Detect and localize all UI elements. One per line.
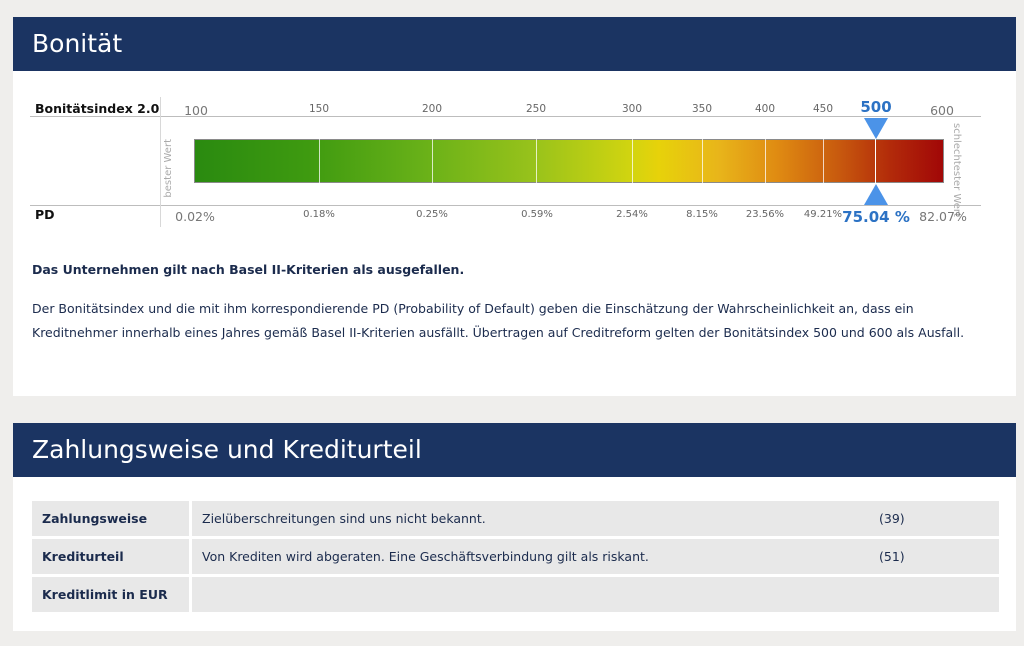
row-value bbox=[192, 577, 869, 612]
segment-divider bbox=[432, 139, 433, 183]
index-tick-300: 300 bbox=[621, 103, 643, 115]
row-key: Kreditlimit in EUR bbox=[32, 577, 192, 612]
current-index-value: 500 bbox=[860, 98, 892, 116]
table-row: Kreditlimit in EUR bbox=[32, 577, 999, 612]
index-tick-250: 250 bbox=[525, 103, 547, 115]
pd-tick-6: 8.15% bbox=[686, 209, 718, 220]
bonitaet-scale-bar bbox=[194, 139, 944, 183]
pd-tick-2: 0.18% bbox=[303, 209, 335, 220]
index-marker-arrow-down-icon bbox=[864, 118, 888, 139]
marker-line bbox=[875, 139, 876, 183]
pd-tick-1: 0.02% bbox=[175, 209, 215, 224]
segment-divider bbox=[319, 139, 320, 183]
zahlung-table: Zahlungsweise Zielüberschreitungen sind … bbox=[32, 498, 999, 615]
row-value: Zielüberschreitungen sind uns nicht beka… bbox=[192, 501, 869, 536]
bonitaet-description: Der Bonitätsindex und die mit ihm korres… bbox=[32, 301, 965, 340]
pd-tick-3: 0.25% bbox=[416, 209, 448, 220]
segment-divider bbox=[536, 139, 537, 183]
segment-divider bbox=[823, 139, 824, 183]
scale-bottom-divider bbox=[30, 205, 981, 206]
bonitaet-panel: Bonität Bonitätsindex 2.0 PD 100 150 200… bbox=[13, 17, 1016, 396]
worst-value-note: schlechtester Wert bbox=[951, 123, 962, 217]
pd-tick-4: 0.59% bbox=[521, 209, 553, 220]
pd-tick-7: 23.56% bbox=[745, 209, 785, 220]
best-value-note: bester Wert bbox=[163, 139, 174, 198]
row-score bbox=[869, 577, 999, 612]
bonitaet-title: Bonität bbox=[13, 17, 1016, 71]
pd-label: PD bbox=[35, 207, 55, 222]
pd-tick-5: 2.54% bbox=[616, 209, 648, 220]
gradient-bar bbox=[194, 139, 944, 183]
pd-marker-arrow-up-icon bbox=[864, 184, 888, 205]
segment-divider bbox=[765, 139, 766, 183]
table-row: Krediturteil Von Krediten wird abgeraten… bbox=[32, 539, 999, 574]
zahlung-title: Zahlungsweise und Krediturteil bbox=[13, 423, 1016, 477]
index-tick-200: 200 bbox=[421, 103, 443, 115]
segment-divider bbox=[632, 139, 633, 183]
current-pd-value: 75.04 % bbox=[842, 208, 910, 226]
pd-tick-10: 82.07% bbox=[919, 209, 967, 224]
index-tick-350: 350 bbox=[691, 103, 713, 115]
zahlung-panel: Zahlungsweise und Krediturteil Zahlungsw… bbox=[13, 423, 1016, 631]
index-tick-450: 450 bbox=[812, 103, 834, 115]
scale-top-divider bbox=[30, 116, 981, 117]
index-tick-100: 100 bbox=[184, 103, 208, 118]
default-verdict: Das Unternehmen gilt nach Basel II-Krite… bbox=[32, 262, 465, 277]
table-row: Zahlungsweise Zielüberschreitungen sind … bbox=[32, 501, 999, 536]
row-score: (51) bbox=[869, 539, 999, 574]
row-score: (39) bbox=[869, 501, 999, 536]
pd-tick-8: 49.21% bbox=[803, 209, 843, 220]
row-key: Zahlungsweise bbox=[32, 501, 192, 536]
index-tick-400: 400 bbox=[754, 103, 776, 115]
row-key: Krediturteil bbox=[32, 539, 192, 574]
bonitaetsindex-label: Bonitätsindex 2.0 bbox=[35, 101, 160, 116]
row-value: Von Krediten wird abgeraten. Eine Geschä… bbox=[192, 539, 869, 574]
index-tick-150: 150 bbox=[308, 103, 330, 115]
segment-divider bbox=[702, 139, 703, 183]
index-tick-600: 600 bbox=[930, 103, 954, 118]
scale-label-divider bbox=[160, 97, 161, 227]
